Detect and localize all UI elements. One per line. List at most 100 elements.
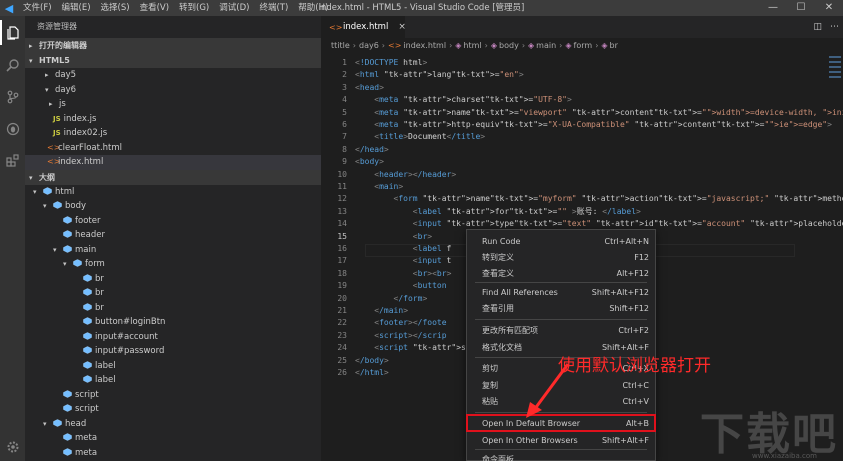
- menu-selection[interactable]: 选择(S): [96, 0, 135, 16]
- outline-item[interactable]: meta: [25, 431, 321, 446]
- tree-item-day5[interactable]: ▸ day5: [25, 68, 321, 83]
- outline-item[interactable]: footer: [25, 214, 321, 229]
- outline-item[interactable]: meta: [25, 446, 321, 461]
- symbol-element-icon: ◈: [490, 41, 498, 50]
- explorer-icon[interactable]: [0, 20, 25, 45]
- search-icon[interactable]: [0, 52, 25, 77]
- symbol-element-icon: ◈: [565, 41, 572, 50]
- menu-bar: 文件(F) 编辑(E) 选择(S) 查看(V) 转到(G) 调试(D) 终端(T…: [18, 0, 333, 16]
- context-menu-item[interactable]: 命令面板...: [467, 452, 655, 461]
- symbol-element-icon: [83, 273, 92, 282]
- menu-edit[interactable]: 编辑(E): [57, 0, 96, 16]
- minimap[interactable]: [827, 53, 843, 93]
- outline-item-label: input#password: [95, 346, 165, 356]
- code-line[interactable]: 2 <html "tk-attr">lang"tk-txt">="en">: [321, 69, 843, 81]
- symbol-element-icon: ◈: [528, 41, 535, 50]
- outline-item-label: label: [95, 360, 116, 371]
- code-line[interactable]: 6 <meta "tk-attr">http-equiv"tk-txt">="X…: [321, 119, 843, 131]
- line-number: 4: [342, 95, 347, 105]
- breadcrumb-item[interactable]: ttitle: [331, 41, 350, 50]
- settings-gear-icon[interactable]: [0, 434, 25, 459]
- context-menu-item[interactable]: Open In Other Browsers Shift+Alt+F: [467, 433, 655, 449]
- menu-item-label: 更改所有匹配项: [482, 326, 538, 335]
- menu-view[interactable]: 查看(V): [135, 0, 174, 16]
- breadcrumb-item[interactable]: form: [574, 41, 593, 50]
- code-text: <input "tk-attr">type"tk-txt">="text" "t…: [412, 219, 843, 229]
- breadcrumb-item[interactable]: index.html: [403, 41, 446, 50]
- menu-go[interactable]: 转到(G): [174, 0, 214, 16]
- outline-item[interactable]: button#loginBtn: [25, 315, 321, 330]
- code-line[interactable]: 1 <!DOCTYPE html>: [321, 57, 843, 69]
- extensions-icon[interactable]: [0, 148, 25, 173]
- maximize-button[interactable]: ☐: [787, 0, 815, 16]
- code-line[interactable]: 8 </head>: [321, 144, 843, 156]
- context-menu-item[interactable]: 更改所有匹配项 Ctrl+F2: [467, 323, 655, 339]
- code-line[interactable]: 11 <main>: [321, 181, 843, 193]
- outline-item[interactable]: ▾ body: [25, 199, 321, 214]
- outline-item[interactable]: script: [25, 402, 321, 417]
- context-menu-item[interactable]: Find All References Shift+Alt+F12: [467, 285, 655, 301]
- code-line[interactable]: 10 <header></header>: [321, 169, 843, 181]
- code-line[interactable]: 7 <title>Document</title>: [321, 131, 843, 143]
- outline-item-label: br: [95, 273, 104, 284]
- tree-item-index-js[interactable]: JS index.js: [25, 112, 321, 127]
- breadcrumb-item[interactable]: br: [610, 41, 618, 50]
- outline-item[interactable]: label: [25, 373, 321, 388]
- outline-item[interactable]: br: [25, 301, 321, 316]
- breadcrumb-item[interactable]: day6: [359, 41, 379, 50]
- code-line[interactable]: 9 <body>: [321, 156, 843, 168]
- tree-item-clearfloat-html[interactable]: <>clearFloat.html: [25, 141, 321, 156]
- source-control-icon[interactable]: [0, 84, 25, 109]
- outline-item[interactable]: ▾ form: [25, 257, 321, 272]
- menu-file[interactable]: 文件(F): [18, 0, 57, 16]
- outline-section[interactable]: ▾ 大纲: [25, 169, 321, 185]
- code-line[interactable]: 3 <head>: [321, 82, 843, 94]
- breadcrumb-item[interactable]: html: [463, 41, 481, 50]
- breadcrumb-separator-icon: ›: [449, 41, 453, 50]
- debug-icon[interactable]: [0, 116, 25, 141]
- menu-debug[interactable]: 调试(D): [214, 0, 254, 16]
- more-actions-icon[interactable]: ⋯: [830, 22, 839, 32]
- code-text: </form>: [393, 293, 428, 303]
- context-menu-item[interactable]: Run Code Ctrl+Alt+N: [467, 234, 655, 250]
- code-line[interactable]: 13 <label "tk-attr">for"tk-txt">="" >账号:…: [321, 206, 843, 218]
- menu-item-shortcut: Ctrl+F2: [618, 326, 649, 335]
- minimize-button[interactable]: —: [759, 0, 787, 16]
- tree-item-day6[interactable]: ▾ day6: [25, 83, 321, 98]
- outline-item[interactable]: br: [25, 286, 321, 301]
- outline-item[interactable]: label: [25, 359, 321, 374]
- tree-item-index-html[interactable]: <>index.html: [25, 155, 321, 170]
- code-line[interactable]: 4 <meta "tk-attr">charset"tk-txt">="UTF-…: [321, 94, 843, 106]
- activity-bar: [0, 16, 25, 461]
- outline-item[interactable]: input#account: [25, 330, 321, 345]
- outline-item[interactable]: script: [25, 388, 321, 403]
- breadcrumb-item[interactable]: main: [536, 41, 556, 50]
- menu-item-shortcut: Alt+F12: [616, 269, 649, 278]
- code-line[interactable]: 12 <form "tk-attr">name"tk-txt">="myform…: [321, 193, 843, 205]
- menu-help[interactable]: 帮助(H): [293, 0, 333, 16]
- tree-item-js-folder[interactable]: ▸ js: [25, 97, 321, 112]
- context-menu-item[interactable]: 查看引用 Shift+F12: [467, 301, 655, 317]
- close-tab-icon[interactable]: ×: [398, 22, 406, 32]
- tab-index-html[interactable]: <> index.html ×: [321, 16, 406, 38]
- breadcrumb-item[interactable]: body: [499, 41, 519, 50]
- tree-item-index02-js[interactable]: JS index02.js: [25, 126, 321, 141]
- outline-item[interactable]: input#password: [25, 344, 321, 359]
- close-window-button[interactable]: ✕: [815, 0, 843, 16]
- split-editor-icon[interactable]: ◫: [813, 22, 822, 32]
- open-editors-label: 打开的编辑器: [39, 41, 87, 50]
- menu-terminal[interactable]: 终端(T): [254, 0, 293, 16]
- chevron-right-icon: ▸: [49, 100, 53, 108]
- outline-item[interactable]: ▾ head: [25, 417, 321, 432]
- outline-item-label: script: [75, 389, 99, 400]
- open-editors-section[interactable]: ▸ 打开的编辑器: [25, 38, 321, 53]
- outline-item[interactable]: ▾ html: [25, 185, 321, 200]
- code-line[interactable]: 5 <meta "tk-attr">name"tk-txt">="viewpor…: [321, 107, 843, 119]
- context-menu-item[interactable]: 转到定义 F12: [467, 250, 655, 266]
- context-menu-item[interactable]: 查看定义 Alt+F12: [467, 266, 655, 282]
- outline-item[interactable]: br: [25, 272, 321, 287]
- outline-item[interactable]: header: [25, 228, 321, 243]
- project-section[interactable]: ▾ HTML5: [25, 53, 321, 68]
- outline-item[interactable]: ▾ main: [25, 243, 321, 258]
- outline-item-label: label: [95, 375, 116, 385]
